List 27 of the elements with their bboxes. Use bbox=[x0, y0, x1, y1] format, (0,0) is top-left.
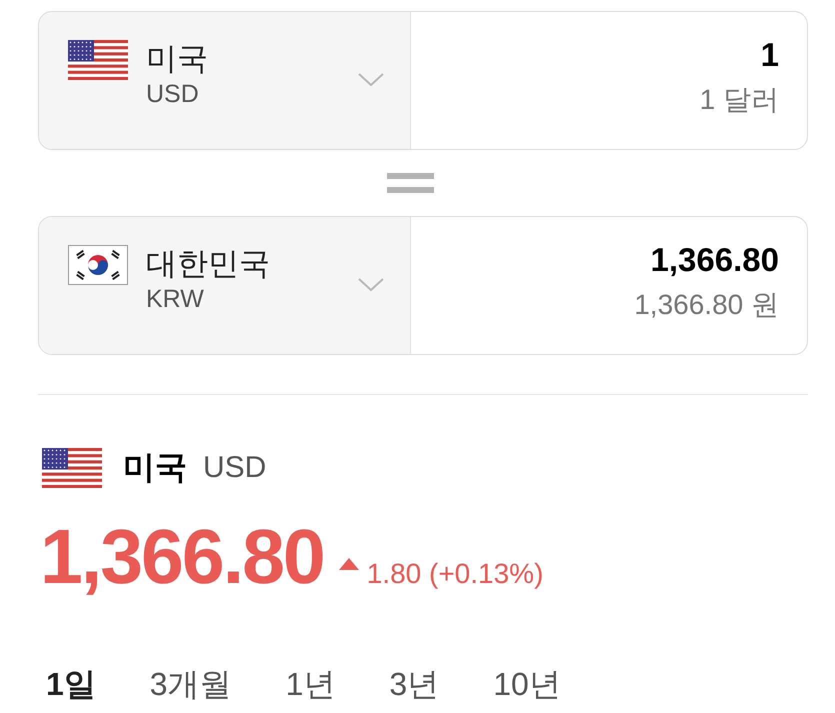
amount-field[interactable]: 1 1 달러 bbox=[411, 12, 807, 149]
rate-change: 1.80 (+0.13%) bbox=[366, 558, 544, 590]
country-name: 미국 bbox=[146, 40, 208, 78]
period-tab[interactable]: 3년 bbox=[389, 664, 440, 704]
period-tab[interactable]: 3개월 bbox=[150, 664, 232, 704]
amount-in-words: 1 달러 bbox=[700, 83, 779, 117]
amount-in-words: 1,366.80 원 bbox=[634, 288, 779, 322]
country-name: 미국 bbox=[123, 448, 187, 487]
currency-code: USD bbox=[146, 79, 199, 110]
currency-select[interactable]: 미국 USD bbox=[39, 12, 411, 149]
currency-code: KRW bbox=[146, 284, 204, 315]
amount-field[interactable]: 1,366.80 1,366.80 원 bbox=[411, 217, 807, 354]
chevron-down-icon bbox=[358, 278, 384, 292]
amount-value: 1,366.80 bbox=[650, 240, 779, 280]
chevron-down-icon bbox=[358, 73, 384, 87]
equals-icon bbox=[386, 173, 434, 193]
exchange-rate-value: 1,366.80 bbox=[40, 513, 324, 602]
us-flag-icon bbox=[68, 40, 128, 80]
korea-flag-icon bbox=[68, 245, 128, 285]
amount-value: 1 bbox=[760, 35, 779, 75]
currency-code: USD bbox=[203, 451, 266, 485]
country-name: 대한민국 bbox=[146, 245, 270, 283]
us-flag-icon bbox=[42, 448, 102, 488]
period-tab[interactable]: 1일 bbox=[46, 664, 96, 704]
period-tab[interactable]: 10년 bbox=[493, 664, 561, 704]
period-tab[interactable]: 1년 bbox=[286, 664, 336, 704]
currency-select[interactable]: 대한민국 KRW bbox=[39, 217, 411, 354]
